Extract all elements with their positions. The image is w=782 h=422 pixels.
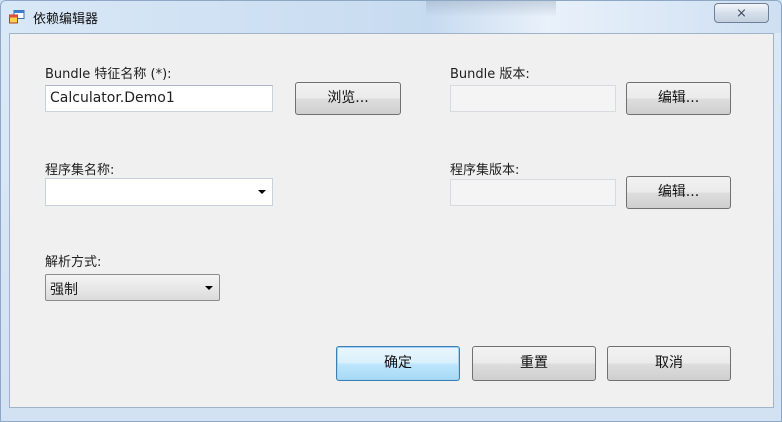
close-icon: ⨯ bbox=[736, 5, 747, 21]
ok-button[interactable]: 确定 bbox=[336, 346, 460, 381]
app-window-icon bbox=[9, 10, 25, 24]
close-button[interactable]: ⨯ bbox=[714, 3, 769, 23]
browse-button[interactable]: 浏览... bbox=[295, 82, 401, 115]
resolution-value: 强制 bbox=[50, 282, 78, 298]
bundle-name-input[interactable]: Calculator.Demo1 bbox=[45, 85, 273, 112]
assembly-version-input[interactable] bbox=[450, 179, 616, 206]
cancel-button[interactable]: 取消 bbox=[607, 346, 731, 381]
assembly-name-label: 程序集名称: bbox=[45, 163, 115, 178]
resolution-combo[interactable]: 强制 bbox=[45, 274, 220, 301]
bundle-version-input[interactable] bbox=[450, 85, 616, 112]
assembly-name-combo[interactable] bbox=[45, 178, 273, 206]
dialog-client-area: Bundle 特征名称 (*): Calculator.Demo1 浏览... … bbox=[9, 33, 774, 408]
dropdown-arrow-icon bbox=[205, 285, 213, 290]
bundle-name-label: Bundle 特征名称 (*): bbox=[45, 67, 172, 82]
bundle-version-edit-button[interactable]: 编辑... bbox=[626, 82, 731, 115]
resolution-label: 解析方式: bbox=[45, 255, 102, 270]
title-bar-reflection bbox=[426, 1, 556, 17]
assembly-version-edit-button[interactable]: 编辑... bbox=[626, 176, 731, 209]
dropdown-arrow-icon bbox=[258, 190, 266, 194]
dialog-window: 依赖编辑器 ⨯ Bundle 特征名称 (*): Calculator.Demo… bbox=[0, 0, 782, 422]
window-title: 依赖编辑器 bbox=[33, 12, 99, 27]
bundle-version-label: Bundle 版本: bbox=[450, 67, 530, 82]
assembly-version-label: 程序集版本: bbox=[450, 163, 520, 178]
reset-button[interactable]: 重置 bbox=[472, 346, 596, 381]
title-bar[interactable]: 依赖编辑器 ⨯ bbox=[1, 1, 781, 33]
